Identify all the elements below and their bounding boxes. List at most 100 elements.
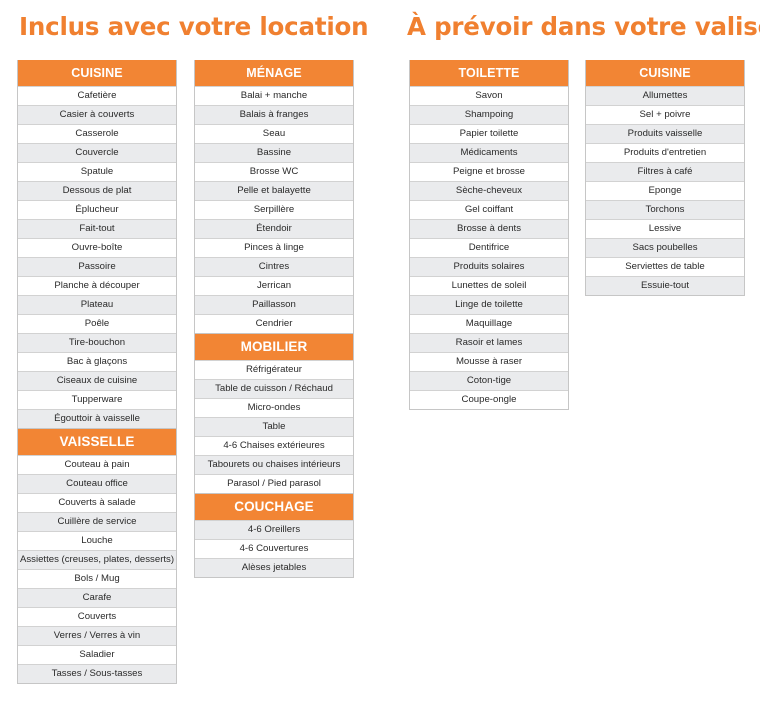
table-row: Verres / Verres à vin (18, 626, 176, 645)
table-row: Lunettes de soleil (410, 276, 568, 295)
table-vaisselle: VAISSELLE Couteau à pain Couteau office Cou… (17, 429, 177, 684)
table-row: Casserole (18, 124, 176, 143)
table-row: Essuie-tout (586, 276, 744, 295)
table-row: 4-6 Oreillers (195, 520, 353, 539)
table-row: Linge de toilette (410, 295, 568, 314)
table-row: Casier à couverts (18, 105, 176, 124)
table-row: Réfrigérateur (195, 360, 353, 379)
table-row: Tire-bouchon (18, 333, 176, 352)
table-row: Paillasson (195, 295, 353, 314)
table-row: Seau (195, 124, 353, 143)
table-row: Cafetière (18, 86, 176, 105)
table-row: Pelle et balayette (195, 181, 353, 200)
table-row: Coupe-ongle (410, 390, 568, 409)
table-row: Tasses / Sous-tasses (18, 664, 176, 683)
table-row: Produits vaisselle (586, 124, 744, 143)
table-row: Produits solaires (410, 257, 568, 276)
table-row: Balai + manche (195, 86, 353, 105)
table-row: Serpillère (195, 200, 353, 219)
table-row: Ciseaux de cuisine (18, 371, 176, 390)
table-row: Spatule (18, 162, 176, 181)
table-row: Bassine (195, 143, 353, 162)
table-row: Étendoir (195, 219, 353, 238)
table-row: Égouttoir à vaisselle (18, 409, 176, 428)
table-row: Jerrican (195, 276, 353, 295)
table-row: Torchons (586, 200, 744, 219)
table-row: Éplucheur (18, 200, 176, 219)
to-bring-column-2: CUISINE Allumettes Sel + poivre Produits va… (585, 60, 745, 296)
table-row: Bols / Mug (18, 569, 176, 588)
table-header-vaisselle: VAISSELLE (18, 429, 176, 455)
table-row: Sel + poivre (586, 105, 744, 124)
included-title: Inclus avec votre location (19, 12, 369, 41)
to-bring-column-1: TOILETTE Savon Shampoing Papier toilette Méd… (409, 60, 569, 410)
included-column-1: CUISINE Cafetière Casier à couverts Cassero… (17, 60, 177, 684)
table-row: Couverts (18, 607, 176, 626)
table-row: Savon (410, 86, 568, 105)
table-header-couchage: COUCHAGE (195, 494, 353, 520)
table-row: Couvercle (18, 143, 176, 162)
table-row: Micro-ondes (195, 398, 353, 417)
table-row: Gel coiffant (410, 200, 568, 219)
table-row: Balais à franges (195, 105, 353, 124)
table-row: Papier toilette (410, 124, 568, 143)
table-row: Peigne et brosse (410, 162, 568, 181)
table-row: Shampoing (410, 105, 568, 124)
table-row: Maquillage (410, 314, 568, 333)
table-row: Rasoir et lames (410, 333, 568, 352)
table-row: Lessive (586, 219, 744, 238)
table-row: 4-6 Couvertures (195, 539, 353, 558)
table-header-toilette: TOILETTE (410, 60, 568, 86)
table-row: Fait-tout (18, 219, 176, 238)
table-row: Table (195, 417, 353, 436)
table-row: Passoire (18, 257, 176, 276)
table-couchage: COUCHAGE 4-6 Oreillers 4-6 Couvertures Alès… (194, 494, 354, 578)
table-row: Brosse WC (195, 162, 353, 181)
table-menage: MÉNAGE Balai + manche Balais à franges Seau… (194, 60, 354, 334)
table-header-cuisine: CUISINE (18, 60, 176, 86)
table-row: Parasol / Pied parasol (195, 474, 353, 493)
table-row: Bac à glaçons (18, 352, 176, 371)
table-row: Filtres à café (586, 162, 744, 181)
table-row: Brosse à dents (410, 219, 568, 238)
table-row: Carafe (18, 588, 176, 607)
table-toilette: TOILETTE Savon Shampoing Papier toilette Méd… (409, 60, 569, 410)
table-mobilier: MOBILIER Réfrigérateur Table de cuisson / … (194, 334, 354, 494)
table-row: Dessous de plat (18, 181, 176, 200)
table-header-cuisine: CUISINE (586, 60, 744, 86)
table-cuisine: CUISINE Allumettes Sel + poivre Produits va… (585, 60, 745, 296)
table-row: Table de cuisson / Réchaud (195, 379, 353, 398)
table-row: Mousse à raser (410, 352, 568, 371)
table-row: Dentifrice (410, 238, 568, 257)
table-row: Plateau (18, 295, 176, 314)
table-row: Tabourets ou chaises intérieurs (195, 455, 353, 474)
table-row: Saladier (18, 645, 176, 664)
table-row: Poêle (18, 314, 176, 333)
table-row: Couteau à pain (18, 455, 176, 474)
table-row: Louche (18, 531, 176, 550)
table-row: Eponge (586, 181, 744, 200)
table-row: Allumettes (586, 86, 744, 105)
table-row: Planche à découper (18, 276, 176, 295)
table-row: Sacs poubelles (586, 238, 744, 257)
table-row: Pinces à linge (195, 238, 353, 257)
to-bring-title: À prévoir dans votre valise (407, 12, 760, 41)
table-row: Ouvre-boîte (18, 238, 176, 257)
table-header-menage: MÉNAGE (195, 60, 353, 86)
table-row: Médicaments (410, 143, 568, 162)
table-row: Serviettes de table (586, 257, 744, 276)
table-row: Tupperware (18, 390, 176, 409)
table-row: Assiettes (creuses, plates, desserts) (18, 550, 176, 569)
table-row: Cuillère de service (18, 512, 176, 531)
table-row: Coton-tige (410, 371, 568, 390)
table-row: Alèses jetables (195, 558, 353, 577)
table-header-mobilier: MOBILIER (195, 334, 353, 360)
table-row: Couverts à salade (18, 493, 176, 512)
table-row: Cintres (195, 257, 353, 276)
included-column-2: MÉNAGE Balai + manche Balais à franges Seau… (194, 60, 354, 578)
table-row: Cendrier (195, 314, 353, 333)
table-row: Couteau office (18, 474, 176, 493)
table-cuisine: CUISINE Cafetière Casier à couverts Cassero… (17, 60, 177, 429)
table-row: Produits d'entretien (586, 143, 744, 162)
table-row: Sèche-cheveux (410, 181, 568, 200)
